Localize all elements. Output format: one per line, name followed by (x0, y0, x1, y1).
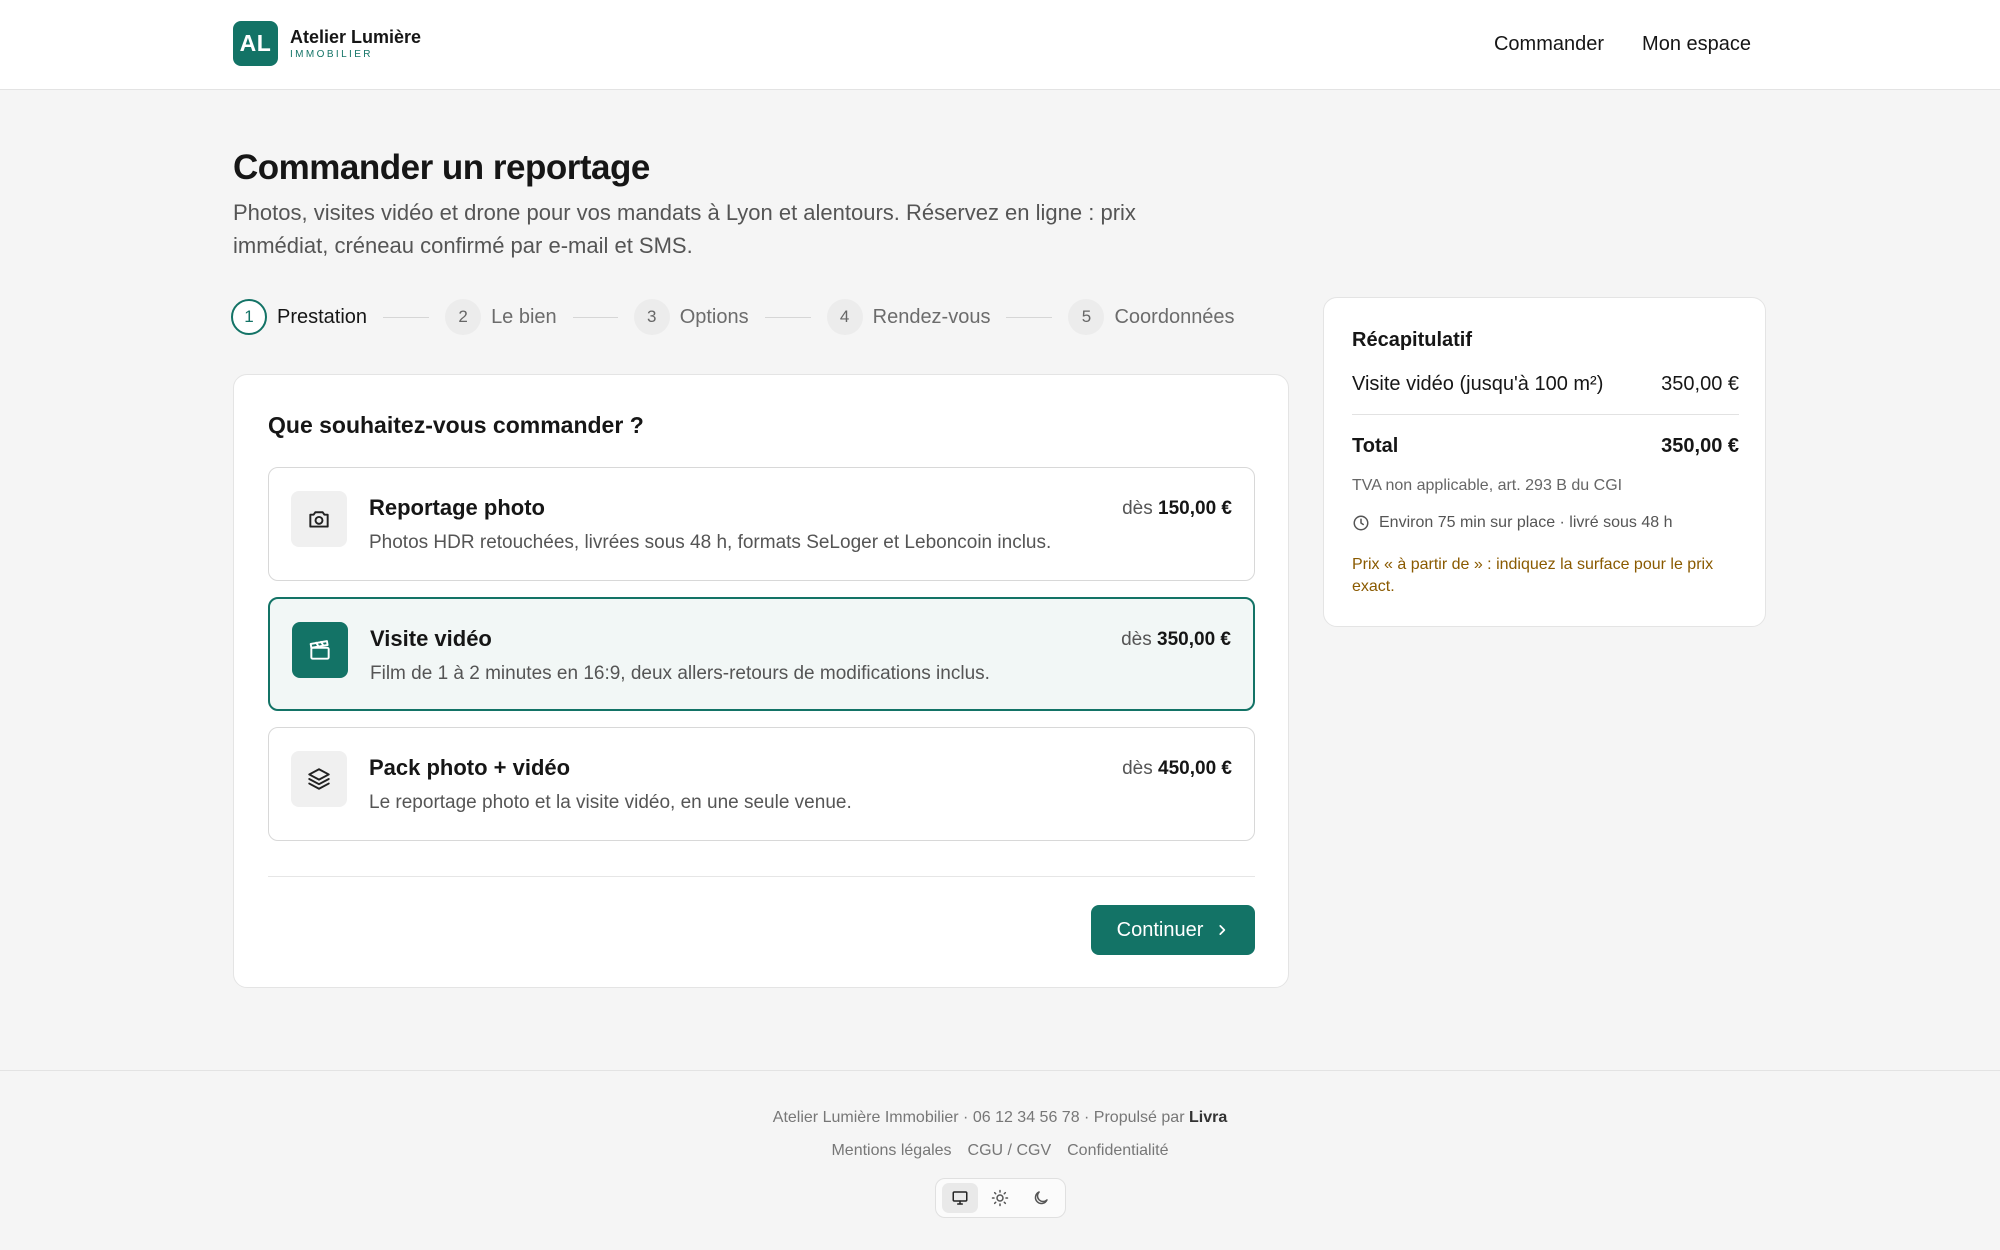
step-number: 5 (1068, 299, 1105, 335)
moon-icon (1034, 1191, 1048, 1205)
footer-contact: Atelier Lumière Immobilier · 06 12 34 56… (0, 1107, 2000, 1129)
option-description: Le reportage photo et la visite vidéo, e… (369, 792, 852, 813)
brand-mark: AL (233, 21, 278, 66)
option-reportage-photo[interactable]: Reportage photo Photos HDR retouchées, l… (268, 467, 1255, 581)
option-title: Reportage photo (369, 495, 545, 520)
price-value: 150,00 € (1158, 498, 1232, 519)
tva-notice: TVA non applicable, art. 293 B du CGI (1352, 477, 1623, 494)
summary-total-value: 350,00 € (1661, 435, 1739, 457)
service-selection-card: Que souhaitez-vous commander ? Reportage… (233, 374, 1289, 988)
page-title: Commander un reportage (233, 148, 650, 187)
step-connector (764, 316, 811, 318)
top-bar: AL Atelier Lumière IMMOBILIER Commander … (0, 0, 2000, 90)
brand-subtitle: IMMOBILIER (290, 48, 373, 60)
price-note: Prix « à partir de » : indiquez la surfa… (1352, 556, 1714, 595)
step-le-bien[interactable]: 2 Le bien (445, 299, 557, 335)
price-prefix: dès (1122, 758, 1153, 779)
step-label: Coordonnées (1114, 305, 1235, 328)
step-connector (1006, 316, 1053, 318)
step-prestation[interactable]: 1 Prestation (231, 299, 367, 335)
step-number: 2 (445, 299, 482, 335)
card-title: Que souhaitez-vous commander ? (268, 412, 644, 438)
sun-icon (992, 1189, 1009, 1207)
option-pack-photo-video[interactable]: Pack photo + vidéo Le reportage photo et… (268, 727, 1255, 841)
step-label: Rendez-vous (872, 305, 991, 328)
clock-icon (1353, 515, 1369, 531)
summary-item-row: Visite vidéo (jusqu'à 100 m²) 350,00 € (1352, 370, 1739, 398)
summary-item-price: 350,00 € (1661, 373, 1739, 395)
card-divider (268, 876, 1255, 877)
summary-divider (1352, 414, 1739, 415)
step-number: 3 (633, 299, 670, 335)
option-price: dès 450,00 € (1122, 755, 1232, 783)
monitor-icon (952, 1191, 968, 1205)
footer: Atelier Lumière Immobilier · 06 12 34 56… (0, 1070, 2000, 1250)
chevron-right-icon (1219, 925, 1226, 935)
brand-text: Atelier Lumière IMMOBILIER (290, 26, 421, 62)
step-label: Le bien (491, 305, 557, 328)
step-label: Options (679, 305, 749, 328)
step-rendez-vous[interactable]: 4 Rendez-vous (826, 299, 991, 335)
powered-by-link[interactable]: Livra (1189, 1109, 1227, 1126)
order-summary: Récapitulatif Visite vidéo (jusqu'à 100 … (1323, 297, 1766, 627)
nav-order-link[interactable]: Commander (1494, 30, 1604, 58)
terms-link[interactable]: CGU / CGV (968, 1140, 1052, 1162)
page-lede: Photos, visites vidéo et drone pour vos … (233, 200, 1136, 258)
theme-light-button[interactable] (982, 1183, 1018, 1213)
footer-contact-text: Atelier Lumière Immobilier · 06 12 34 56… (772, 1109, 1185, 1126)
price-prefix: dès (1122, 498, 1153, 519)
order-stepper: 1 Prestation 2 Le bien 3 Options 4 Rende… (231, 299, 1235, 335)
layers-icon (291, 751, 347, 807)
price-value: 450,00 € (1158, 758, 1232, 779)
summary-title: Récapitulatif (1352, 329, 1473, 351)
footer-links: Mentions légales CGU / CGV Confidentiali… (0, 1140, 2000, 1162)
step-connector (572, 316, 618, 318)
brand-name: Atelier Lumière (290, 26, 422, 47)
duration-info: Environ 75 min sur place · livré sous 48… (1352, 512, 1672, 534)
summary-item-label: Visite vidéo (jusqu'à 100 m²) (1352, 373, 1604, 395)
continue-label: Continuer (1116, 918, 1204, 941)
clapperboard-icon (292, 622, 348, 678)
summary-total-label: Total (1352, 435, 1399, 457)
summary-total-row: Total 350,00 € (1352, 432, 1739, 460)
brand-logo[interactable]: AL Atelier Lumière IMMOBILIER (233, 21, 421, 66)
camera-icon (291, 491, 347, 547)
duration-text: Environ 75 min sur place · livré sous 48… (1379, 514, 1673, 531)
step-options[interactable]: 3 Options (633, 299, 749, 335)
theme-dark-button[interactable] (1023, 1183, 1059, 1213)
theme-system-button[interactable] (942, 1183, 979, 1213)
step-label: Prestation (277, 305, 368, 328)
legal-notice-link[interactable]: Mentions légales (831, 1140, 951, 1162)
option-description: Photos HDR retouchées, livrées sous 48 h… (369, 532, 1052, 553)
step-number: 1 (231, 299, 267, 335)
step-coordonnees[interactable]: 5 Coordonnées (1068, 299, 1235, 335)
step-number: 4 (826, 299, 863, 335)
option-title: Visite vidéo (370, 626, 492, 651)
main-nav: Commander Mon espace (1494, 30, 1751, 58)
option-description: Film de 1 à 2 minutes en 16:9, deux alle… (370, 663, 990, 684)
price-prefix: dès (1121, 629, 1152, 650)
theme-switcher (935, 1178, 1066, 1218)
privacy-link[interactable]: Confidentialité (1067, 1140, 1168, 1162)
option-title: Pack photo + vidéo (369, 755, 571, 780)
option-visite-video[interactable]: Visite vidéo Film de 1 à 2 minutes en 16… (268, 597, 1255, 711)
price-value: 350,00 € (1157, 629, 1231, 650)
option-price: dès 150,00 € (1122, 495, 1232, 523)
step-connector (383, 316, 430, 318)
option-price: dès 350,00 € (1121, 626, 1231, 654)
nav-account-link[interactable]: Mon espace (1642, 30, 1751, 58)
continue-button[interactable]: Continuer (1091, 905, 1255, 955)
